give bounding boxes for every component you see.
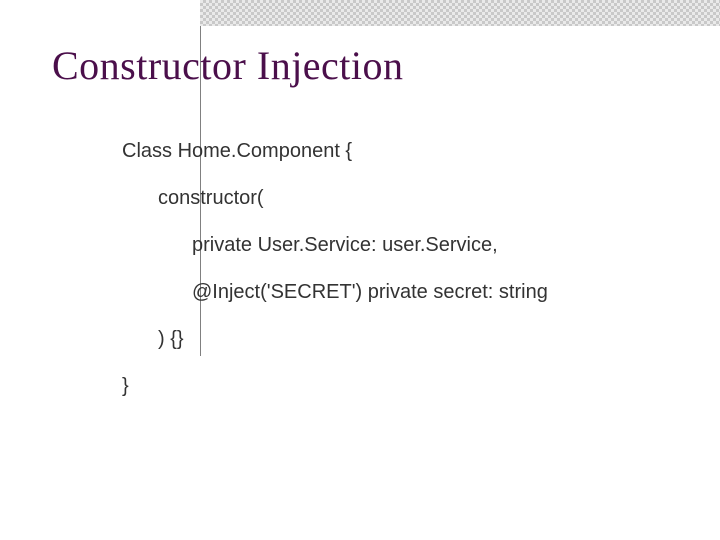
code-line: } [122,375,690,398]
code-line: constructor( [122,187,690,210]
code-line: Class Home.Component { [122,140,690,163]
code-line: private User.Service: user.Service, [122,234,690,257]
slide-title: Constructor Injection [52,42,404,89]
code-line: ) {} [122,328,690,351]
decorative-topbar [200,0,720,26]
code-line: @Inject('SECRET') private secret: string [122,281,690,304]
code-block: Class Home.Component { constructor( priv… [122,140,690,422]
slide: Constructor Injection Class Home.Compone… [0,0,720,540]
